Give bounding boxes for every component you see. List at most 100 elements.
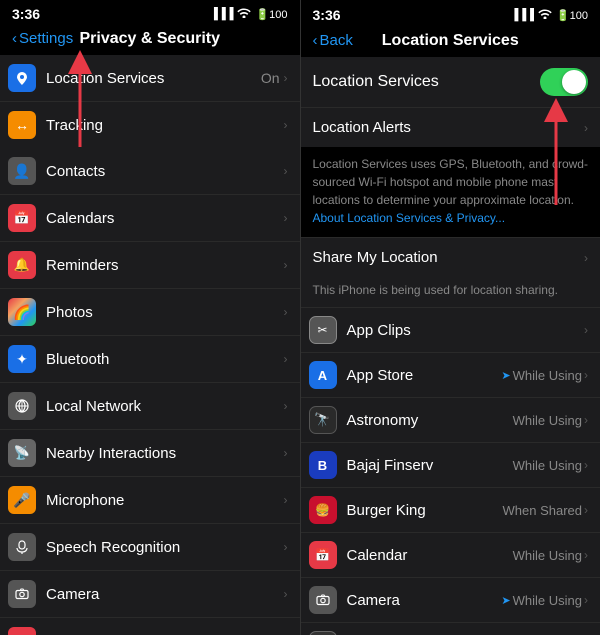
bajaj-finserv-icon: B (309, 451, 337, 479)
time-left: 3:36 (12, 6, 40, 22)
app-item-app-clips[interactable]: ✂ App Clips › (301, 308, 600, 353)
list-item-nearby-interactions[interactable]: 📡 Nearby Interactions › (0, 430, 300, 477)
back-button-left[interactable]: ‹ Settings (12, 30, 73, 47)
signal-icon-right: ▐▐▐ (511, 9, 534, 21)
camera-icon (8, 580, 36, 608)
app-item-bajaj-finserv[interactable]: B Bajaj Finserv While Using › (301, 443, 600, 488)
app-item-calendar[interactable]: 📅 Calendar While Using › (301, 533, 600, 578)
list-item-contacts[interactable]: 👤 Contacts › (0, 148, 300, 195)
list-item-photos[interactable]: 🌈 Photos › (0, 289, 300, 336)
app-item-burger-king[interactable]: 🍔 Burger King When Shared › (301, 488, 600, 533)
wifi-icon-right (538, 8, 552, 22)
share-description-text: This iPhone is being used for location s… (313, 283, 558, 297)
chevron-nearby: › (284, 446, 288, 460)
location-description-block: Location Services uses GPS, Bluetooth, a… (301, 147, 600, 237)
astronomy-icon: 🔭 (309, 406, 337, 434)
tracking-icon: ↔ (8, 111, 36, 139)
app-item-astronomy[interactable]: 🔭 Astronomy While Using › (301, 398, 600, 443)
app-item-camera[interactable]: Camera ➤ While Using › (301, 578, 600, 623)
astronomy-name: Astronomy (347, 412, 513, 429)
battery-icon-right: 🔋100 (556, 9, 588, 22)
share-description-block: This iPhone is being used for location s… (301, 277, 600, 308)
tracking-label: Tracking (46, 117, 284, 134)
chevron-back-icon: ‹ (313, 32, 318, 49)
location-arrow-camera: ➤ (501, 594, 510, 607)
chevron-astronomy: › (584, 413, 588, 427)
share-my-location-row[interactable]: Share My Location › (301, 237, 600, 277)
list-item-microphone[interactable]: 🎤 Microphone › (0, 477, 300, 524)
signal-icon-left: ▐▐▐ (210, 8, 233, 20)
location-alerts-label: Location Alerts (313, 119, 585, 136)
wifi-icon-left (237, 7, 251, 21)
section-2-left: 👤 Contacts › 📅 Calendars › 🔔 Reminders ›… (0, 148, 300, 635)
speech-recognition-icon (8, 533, 36, 561)
list-item-speech-recognition[interactable]: Speech Recognition › (0, 524, 300, 571)
speech-recognition-label: Speech Recognition (46, 539, 284, 556)
chevron-speech: › (284, 540, 288, 554)
burger-king-icon: 🍔 (309, 496, 337, 524)
location-description-text: Location Services uses GPS, Bluetooth, a… (313, 157, 588, 207)
list-item-location-services[interactable]: Location Services On › (0, 55, 300, 102)
nav-bar-right: ‹ Back Location Services (301, 28, 600, 57)
chevron-camera-app: › (584, 593, 588, 607)
app-item-compass[interactable]: 🧭 Compass When Shared › (301, 623, 600, 635)
chevron-local-network: › (284, 399, 288, 413)
app-clips-name: App Clips (347, 322, 585, 339)
list-item-calendars[interactable]: 📅 Calendars › (0, 195, 300, 242)
list-item-health[interactable]: ❤ Health › (0, 618, 300, 635)
chevron-share-location: › (584, 251, 588, 265)
back-label-left: Settings (19, 30, 73, 47)
chevron-bluetooth: › (284, 352, 288, 366)
calendar-status: While Using (513, 548, 582, 563)
chevron-microphone: › (284, 493, 288, 507)
status-icons-left: ▐▐▐ 🔋100 (210, 7, 287, 21)
photos-label: Photos (46, 304, 284, 321)
location-services-toggle[interactable] (540, 68, 588, 96)
microphone-icon: 🎤 (8, 486, 36, 514)
list-item-bluetooth[interactable]: ✦ Bluetooth › (0, 336, 300, 383)
reminders-label: Reminders (46, 257, 284, 274)
chevron-calendars: › (284, 211, 288, 225)
app-store-name: App Store (347, 367, 502, 384)
camera-icon-right (309, 586, 337, 614)
nearby-interactions-icon: 📡 (8, 439, 36, 467)
nav-bar-left: ‹ Settings Privacy & Security (0, 26, 300, 55)
app-store-status: While Using (513, 368, 582, 383)
list-item-camera[interactable]: Camera › (0, 571, 300, 618)
toggle-knob (562, 70, 586, 94)
location-services-toggle-label: Location Services (313, 73, 541, 91)
location-alerts-row[interactable]: Location Alerts › (301, 108, 600, 147)
camera-app-name: Camera (347, 592, 502, 609)
section-1-left: Location Services On › ↔ Tracking › (0, 55, 300, 148)
astronomy-status: While Using (513, 413, 582, 428)
bajaj-finserv-name: Bajaj Finserv (347, 457, 513, 474)
app-clips-icon: ✂ (309, 316, 337, 344)
health-icon: ❤ (8, 627, 36, 635)
app-store-icon: A (309, 361, 337, 389)
share-my-location-label: Share My Location (313, 249, 585, 266)
chevron-reminders: › (284, 258, 288, 272)
list-item-local-network[interactable]: Local Network › (0, 383, 300, 430)
nearby-interactions-label: Nearby Interactions (46, 445, 284, 462)
contacts-label: Contacts (46, 163, 284, 180)
location-services-icon (8, 64, 36, 92)
camera-status: While Using (513, 593, 582, 608)
app-item-app-store[interactable]: A App Store ➤ While Using › (301, 353, 600, 398)
location-description-link[interactable]: About Location Services & Privacy... (313, 211, 506, 225)
battery-icon-left: 🔋100 (255, 8, 287, 21)
page-title-right: Location Services (382, 32, 519, 50)
status-bar-left: 3:36 ▐▐▐ 🔋100 (0, 0, 300, 26)
list-item-reminders[interactable]: 🔔 Reminders › (0, 242, 300, 289)
location-services-row[interactable]: Location Services (301, 57, 600, 108)
chevron-app-store: › (584, 368, 588, 382)
microphone-label: Microphone (46, 492, 284, 509)
contacts-icon: 👤 (8, 157, 36, 185)
back-button-right[interactable]: ‹ Back (313, 32, 353, 49)
back-label-right: Back (320, 32, 353, 49)
chevron-icon-tracking: › (284, 118, 288, 132)
list-item-tracking[interactable]: ↔ Tracking › (0, 102, 300, 148)
calendar-icon-right: 📅 (309, 541, 337, 569)
local-network-icon (8, 392, 36, 420)
chevron-burger-king: › (584, 503, 588, 517)
status-icons-right: ▐▐▐ 🔋100 (511, 8, 588, 22)
